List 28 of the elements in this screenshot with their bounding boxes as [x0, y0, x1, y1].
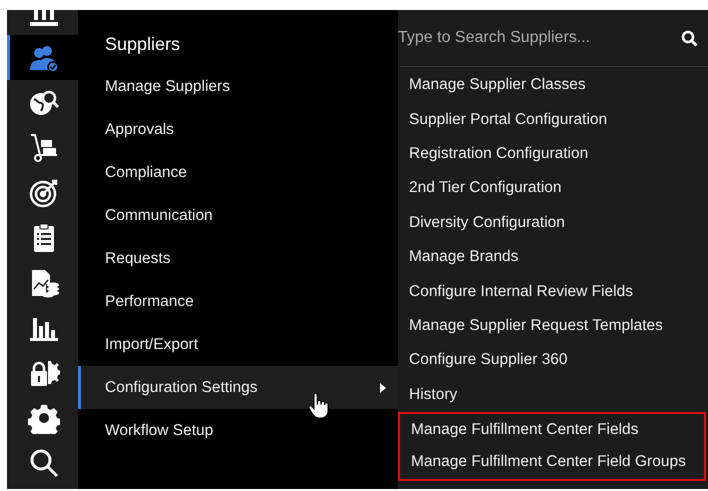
menu-item[interactable]: Configuration Settings	[78, 366, 398, 409]
submenu-item[interactable]: 2nd Tier Configuration	[398, 171, 706, 206]
submenu-item[interactable]: Manage Brands	[398, 240, 706, 274]
submenu-item[interactable]: Registration Configuration	[398, 136, 706, 172]
search-icon	[28, 446, 60, 478]
submenu-item[interactable]: Manage Fulfillment Center Field Groups	[398, 446, 706, 481]
menu-item[interactable]: Workflow Setup	[78, 409, 398, 452]
submenu-item[interactable]: Manage Supplier Classes	[398, 68, 706, 102]
menu-title: Suppliers	[104, 33, 182, 56]
menu-item[interactable]: Compliance	[78, 151, 398, 194]
menu-item[interactable]: Requests	[78, 237, 398, 280]
submenu-item[interactable]: Supplier Portal Configuration	[398, 102, 706, 137]
caret-icon	[380, 382, 386, 392]
menu-item[interactable]: Import/Export	[78, 323, 398, 366]
hand-cursor-icon	[308, 393, 330, 419]
submenu-item[interactable]: Configure Supplier 360	[398, 343, 706, 378]
submenu-item[interactable]: Diversity Configuration	[398, 206, 706, 240]
submenu-item[interactable]: Configure Internal Review Fields	[398, 274, 706, 309]
menu-item[interactable]: Performance	[78, 280, 398, 323]
menu-item[interactable]: Communication	[78, 194, 398, 237]
menu-item[interactable]: Approvals	[78, 108, 398, 151]
hand-truck-icon	[28, 132, 60, 164]
search-field[interactable]: Type to Search Suppliers...	[398, 29, 681, 47]
search-icon[interactable]	[681, 30, 698, 46]
menu-item[interactable]: Manage Suppliers	[78, 65, 398, 108]
submenu-item[interactable]: Manage Fulfillment Center Fields	[398, 412, 706, 446]
submenu-item[interactable]: History	[398, 378, 706, 412]
submenu-item[interactable]: Manage Supplier Request Templates	[398, 308, 706, 344]
